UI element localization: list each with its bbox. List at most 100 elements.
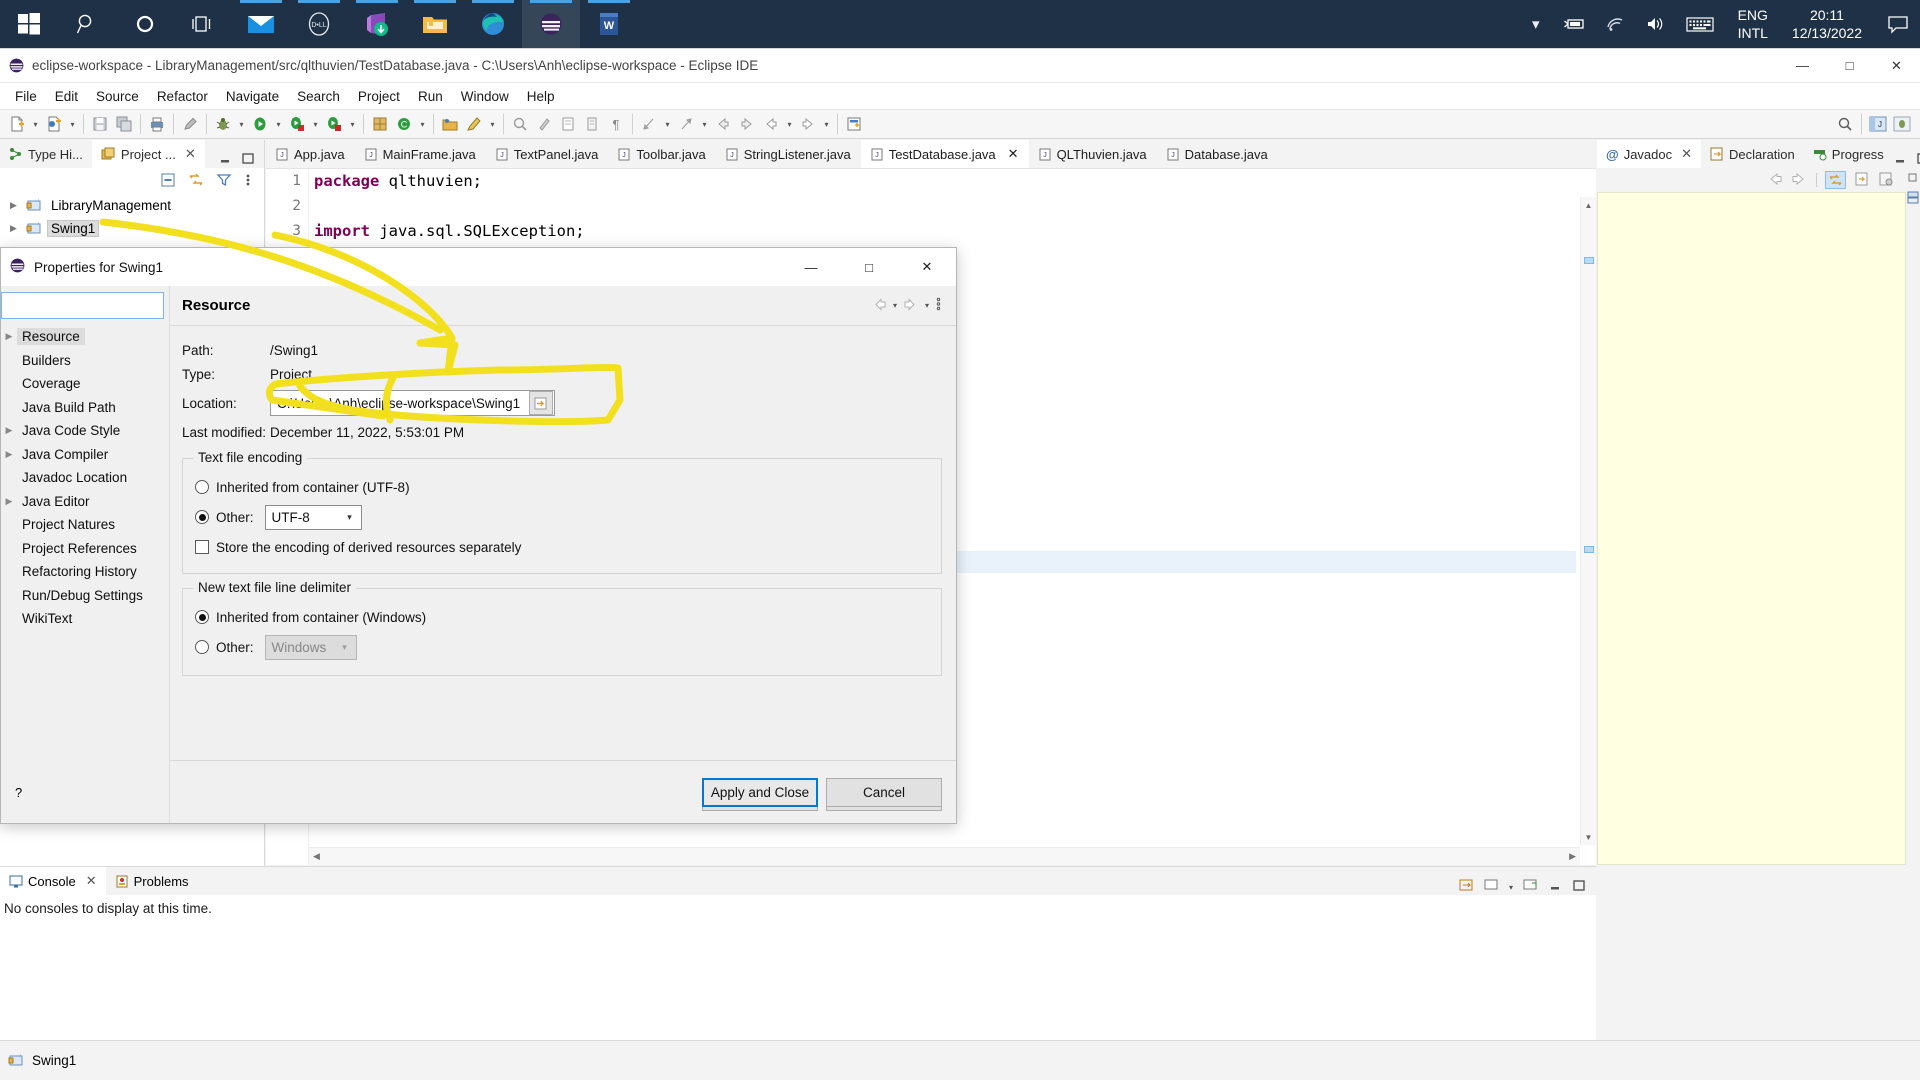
chevron-right-icon[interactable]: ▶ xyxy=(1,331,17,342)
window-minimize-button[interactable]: — xyxy=(1779,49,1826,83)
maximize-view-icon[interactable] xyxy=(1572,879,1586,895)
tab-declaration[interactable]: Declaration xyxy=(1701,140,1804,168)
perspective-java-button[interactable]: J xyxy=(1866,112,1890,136)
nav-item-refactoring-history[interactable]: Refactoring History xyxy=(1,560,169,584)
open-resource-button[interactable] xyxy=(438,112,462,136)
battery-button[interactable] xyxy=(1554,16,1596,32)
toggle-mark-occurrences-button[interactable] xyxy=(532,112,556,136)
nav-item-project-references[interactable]: Project References xyxy=(1,537,169,561)
window-close-button[interactable]: ✕ xyxy=(1873,49,1920,83)
forward-button[interactable] xyxy=(735,112,759,136)
menu-navigate[interactable]: Navigate xyxy=(217,86,288,107)
menu-file[interactable]: File xyxy=(6,86,46,107)
editor-tab-mainframe[interactable]: J MainFrame.java xyxy=(355,140,486,168)
run-as-dropdown[interactable]: ▾ xyxy=(309,112,322,136)
action-center-button[interactable] xyxy=(1876,0,1920,48)
nav-item-resource[interactable]: ▶ Resource xyxy=(1,325,169,349)
task-view-button[interactable] xyxy=(174,0,232,48)
maximize-view-icon[interactable] xyxy=(1916,153,1920,168)
store-derived-row[interactable]: Store the encoding of derived resources … xyxy=(195,533,929,561)
word-button[interactable]: W xyxy=(580,0,638,48)
tab-type-hierarchy[interactable]: Type Hi... xyxy=(0,140,92,168)
encoding-other-radio[interactable] xyxy=(195,510,209,524)
help-button[interactable]: ? xyxy=(15,785,22,800)
search-button[interactable] xyxy=(58,0,116,48)
new-wizard-dropdown[interactable]: ▾ xyxy=(29,112,42,136)
touch-keyboard-button[interactable] xyxy=(1676,14,1724,34)
chevron-down-icon[interactable]: ▾ xyxy=(339,512,361,523)
dialog-close-button[interactable]: ✕ xyxy=(898,248,956,286)
nav-item-java-editor[interactable]: ▶ Java Editor xyxy=(1,490,169,514)
tab-project-explorer[interactable]: Project ... ✕ xyxy=(91,140,205,168)
editor-tab-qlthuvien[interactable]: J QLThuvien.java xyxy=(1029,140,1157,168)
nav-item-project-natures[interactable]: Project Natures xyxy=(1,513,169,537)
delimiter-other-row[interactable]: Other: Windows ▾ xyxy=(195,631,929,663)
menu-window[interactable]: Window xyxy=(452,86,518,107)
encoding-inherited-row[interactable]: Inherited from container (UTF-8) xyxy=(195,473,929,501)
new-wizard-button[interactable] xyxy=(5,112,29,136)
encoding-combo[interactable]: UTF-8 ▾ xyxy=(264,504,362,530)
run-as-button[interactable] xyxy=(285,112,309,136)
chevron-down-icon[interactable]: ▾ xyxy=(1509,883,1513,892)
editor-tab-stringlistener[interactable]: J StringListener.java xyxy=(716,140,861,168)
close-icon[interactable]: ✕ xyxy=(86,873,97,889)
dell-button[interactable]: D•LL xyxy=(290,0,348,48)
scroll-down-icon[interactable]: ▼ xyxy=(1581,829,1596,845)
close-icon[interactable]: ✕ xyxy=(1681,146,1692,162)
tab-javadoc[interactable]: @ Javadoc ✕ xyxy=(1597,140,1702,168)
previous-edit-location-button[interactable] xyxy=(637,112,661,136)
new-package-button[interactable] xyxy=(368,112,392,136)
pin-editor-button[interactable] xyxy=(842,112,866,136)
nav-item-builders[interactable]: Builders xyxy=(1,349,169,373)
scroll-up-icon[interactable]: ▲ xyxy=(1581,197,1596,213)
forward-history-button[interactable] xyxy=(796,112,820,136)
open-console-icon[interactable] xyxy=(1523,879,1538,895)
back-history-button[interactable] xyxy=(759,112,783,136)
new-java-class-button[interactable] xyxy=(42,112,66,136)
show-whitespace-button[interactable]: ¶ xyxy=(604,112,628,136)
filter-text-input[interactable] xyxy=(2,293,163,318)
maximize-view-icon[interactable] xyxy=(241,153,255,168)
minimize-view-icon[interactable] xyxy=(1893,153,1907,168)
annotation-dropdown[interactable]: ▾ xyxy=(486,112,499,136)
save-button[interactable] xyxy=(88,112,112,136)
encoding-inherited-radio[interactable] xyxy=(195,480,209,494)
dialog-minimize-button[interactable]: — xyxy=(782,248,840,286)
forward-dropdown-icon[interactable]: ▾ xyxy=(925,301,929,310)
nav-item-coverage[interactable]: Coverage xyxy=(1,372,169,396)
visual-studio-button[interactable] xyxy=(348,0,406,48)
back-icon[interactable] xyxy=(871,297,887,314)
chevron-right-icon[interactable]: ▶ xyxy=(1,425,17,436)
apply-and-close-button[interactable]: Apply and Close xyxy=(702,777,818,807)
open-attached-javadoc-icon[interactable] xyxy=(1878,172,1894,189)
minimize-view-icon[interactable] xyxy=(218,153,232,168)
nav-item-run-debug-settings[interactable]: Run/Debug Settings xyxy=(1,584,169,608)
start-button[interactable] xyxy=(0,0,58,48)
tree-item-librarymanagement[interactable]: ▶ LibraryManagement xyxy=(0,194,264,217)
menu-refactor[interactable]: Refactor xyxy=(148,86,217,107)
clock[interactable]: 20:11 12/13/2022 xyxy=(1778,6,1876,42)
eclipse-button[interactable] xyxy=(522,0,580,48)
view-filters-icon[interactable] xyxy=(216,172,232,191)
link-with-selection-icon[interactable] xyxy=(1825,171,1846,189)
toggle-block-selection-button[interactable] xyxy=(580,112,604,136)
network-button[interactable] xyxy=(1596,15,1636,33)
quick-access-search-button[interactable] xyxy=(1833,112,1857,136)
location-input-group[interactable]: C:\Users\Anh\eclipse-workspace\Swing1 xyxy=(270,390,556,416)
language-indicator[interactable]: ENG INTL xyxy=(1724,6,1778,42)
close-icon[interactable]: ✕ xyxy=(185,146,196,162)
search-button[interactable] xyxy=(508,112,532,136)
delimiter-inherited-row[interactable]: Inherited from container (Windows) xyxy=(195,603,929,631)
nav-item-java-compiler[interactable]: ▶ Java Compiler xyxy=(1,443,169,467)
editor-tab-toolbar[interactable]: J Toolbar.java xyxy=(608,140,715,168)
chevron-right-icon[interactable]: ▶ xyxy=(10,223,26,234)
delimiter-inherited-radio[interactable] xyxy=(195,610,209,624)
store-derived-checkbox[interactable] xyxy=(195,540,209,554)
forward-icon[interactable] xyxy=(903,297,919,314)
display-selected-console-icon[interactable] xyxy=(1484,879,1499,895)
open-type-dropdown[interactable]: ▾ xyxy=(416,112,429,136)
chevron-right-icon[interactable]: ▶ xyxy=(10,200,26,211)
coverage-button[interactable] xyxy=(322,112,346,136)
open-type-button[interactable]: C xyxy=(392,112,416,136)
minimize-view-icon[interactable] xyxy=(1548,880,1562,895)
